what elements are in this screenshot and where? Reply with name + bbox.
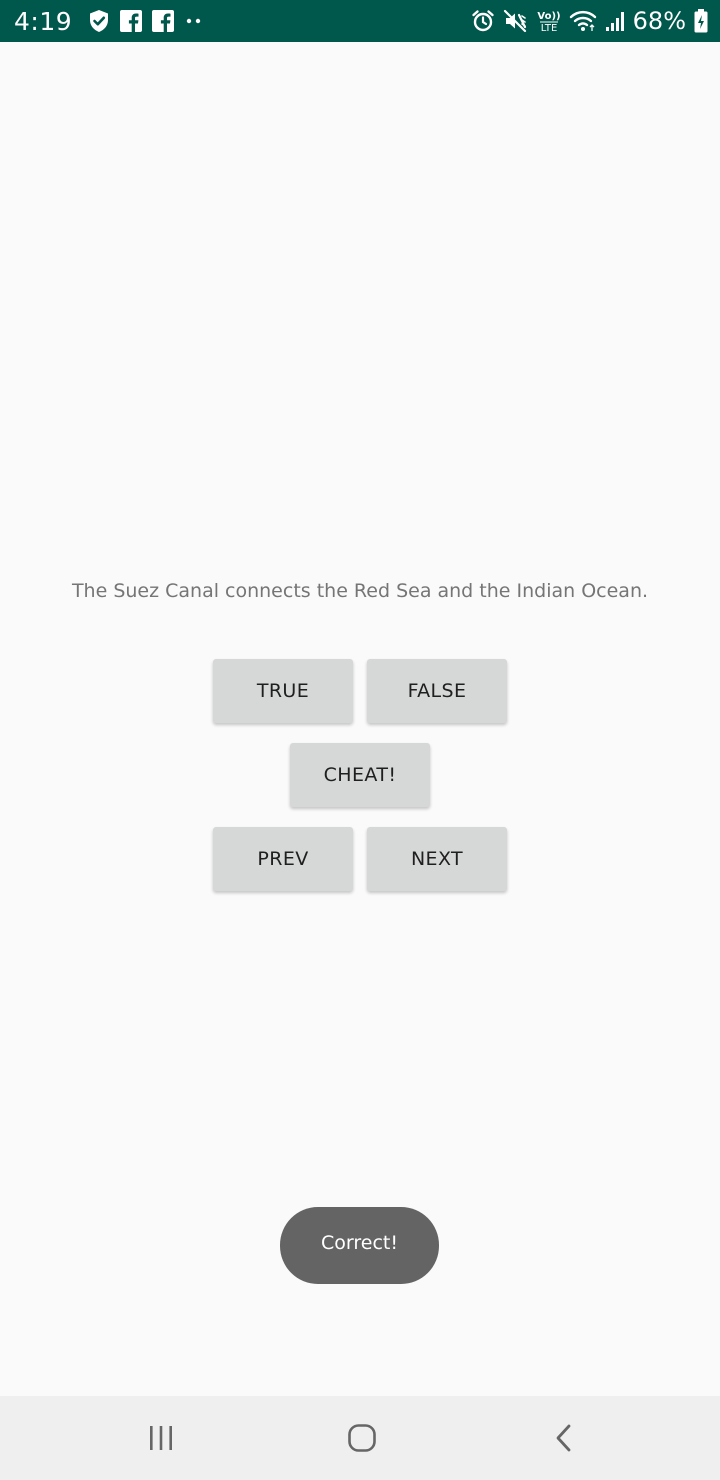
shield-check-icon [88, 9, 110, 33]
status-bar: 4:19 Vo)) LTE 68% [0, 0, 720, 42]
cheat-button[interactable]: CHEAT! [290, 743, 430, 807]
false-button[interactable]: FALSE [367, 659, 507, 723]
back-icon [552, 1423, 576, 1453]
back-button[interactable] [504, 1396, 624, 1480]
wifi-icon [569, 9, 597, 33]
toast-message: Correct! [280, 1207, 439, 1284]
facebook-icon [120, 10, 143, 32]
status-bar-right: Vo)) LTE 68% [471, 7, 708, 35]
alarm-icon [471, 9, 495, 33]
battery-charging-icon [694, 9, 708, 33]
prev-button[interactable]: PREV [213, 827, 353, 891]
svg-text:Vo)): Vo)) [537, 11, 560, 22]
facebook-icon [152, 10, 175, 32]
volte-icon: Vo)) LTE [537, 8, 561, 34]
question-text: The Suez Canal connects the Red Sea and … [71, 580, 649, 602]
home-icon [347, 1423, 377, 1453]
recents-button[interactable] [101, 1396, 221, 1480]
quiz-screen: 4:19 Vo)) LTE 68% The Suez Canal connect… [0, 0, 720, 1480]
navigation-bar [0, 1396, 720, 1480]
signal-icon [605, 10, 625, 32]
recents-icon [146, 1424, 176, 1452]
status-time: 4:19 [14, 6, 73, 36]
status-bar-left: 4:19 [14, 7, 204, 36]
battery-percentage: 68% [632, 7, 686, 35]
toast-text: Correct! [321, 1231, 398, 1254]
svg-text:LTE: LTE [540, 23, 557, 34]
next-button[interactable]: NEXT [367, 827, 507, 891]
true-button[interactable]: TRUE [213, 659, 353, 723]
more-dots-icon [184, 16, 204, 26]
home-button[interactable] [302, 1396, 422, 1480]
vibrate-mute-icon [503, 9, 529, 33]
